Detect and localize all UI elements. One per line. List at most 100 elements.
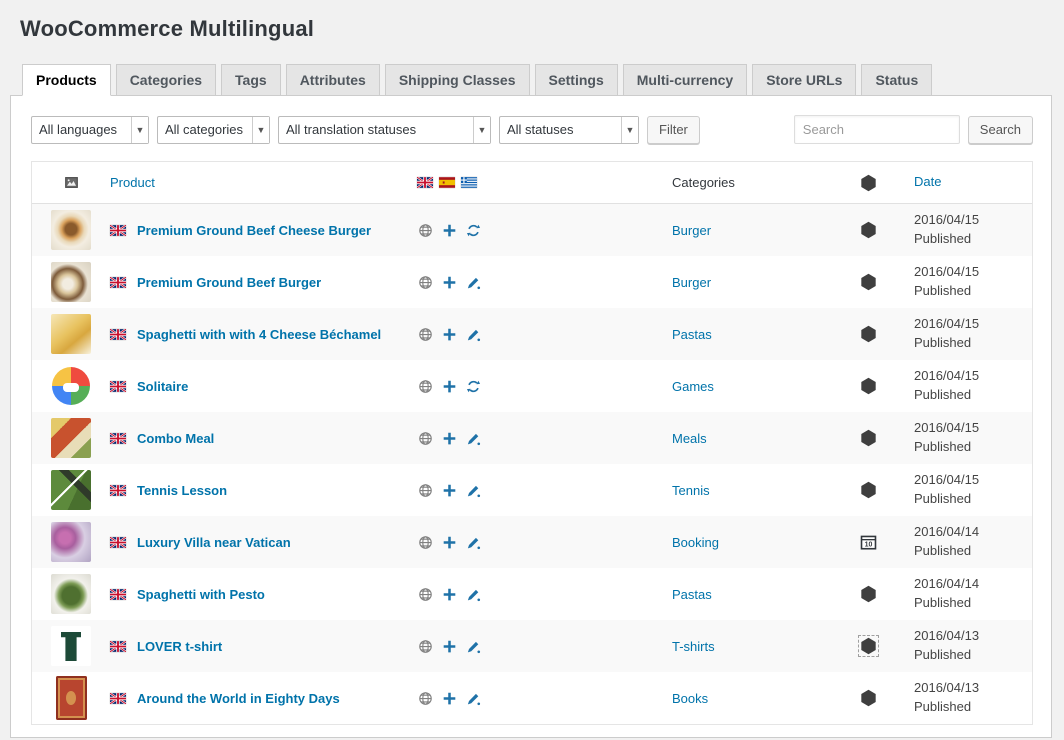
- table-row: SolitaireGames2016/04/15Published: [32, 360, 1032, 412]
- update-translation-icon[interactable]: [465, 378, 481, 394]
- product-thumbnail: [51, 470, 91, 510]
- product-hexagon-icon: [860, 429, 877, 447]
- sort-by-date-header[interactable]: Date: [914, 174, 941, 189]
- category-filter-wrap: All categories ▼: [157, 116, 270, 144]
- row-language-flag-en-icon: [110, 329, 126, 340]
- search-group: Search: [794, 115, 1033, 144]
- product-hexagon-icon: [860, 689, 877, 707]
- update-translation-icon[interactable]: [465, 222, 481, 238]
- edit-translation-icon[interactable]: [465, 534, 481, 550]
- language-filter-wrap: All languages ▼: [31, 116, 149, 144]
- category-link[interactable]: Burger: [672, 223, 711, 238]
- category-link[interactable]: Pastas: [672, 587, 712, 602]
- add-translation-icon[interactable]: [441, 534, 457, 550]
- date-value: 2016/04/15: [914, 263, 1032, 282]
- category-link[interactable]: Games: [672, 379, 714, 394]
- add-translation-icon[interactable]: [441, 638, 457, 654]
- product-thumbnail: [51, 366, 91, 406]
- tab-shipping-classes[interactable]: Shipping Classes: [385, 64, 530, 96]
- category-link[interactable]: Burger: [672, 275, 711, 290]
- category-filter-select[interactable]: All categories: [157, 116, 270, 144]
- category-link[interactable]: Meals: [672, 431, 707, 446]
- product-thumbnail: [51, 418, 91, 458]
- tab-products[interactable]: Products: [22, 64, 111, 96]
- tab-categories[interactable]: Categories: [116, 64, 216, 96]
- product-hexagon-icon: [860, 221, 877, 239]
- categories-header: Categories: [672, 175, 844, 190]
- filter-button[interactable]: Filter: [647, 116, 700, 144]
- tab-attributes[interactable]: Attributes: [286, 64, 380, 96]
- edit-translation-icon[interactable]: [465, 690, 481, 706]
- original-language-globe-icon: [417, 378, 433, 394]
- status-filter-select[interactable]: All statuses: [499, 116, 639, 144]
- tab-multi-currency[interactable]: Multi-currency: [623, 64, 747, 96]
- products-table: Product Categories Date Premium Ground B…: [31, 161, 1033, 725]
- date-value: 2016/04/14: [914, 523, 1032, 542]
- category-link[interactable]: Booking: [672, 535, 719, 550]
- product-name-link[interactable]: Luxury Villa near Vatican: [137, 535, 291, 550]
- search-button[interactable]: Search: [968, 116, 1033, 144]
- add-translation-icon[interactable]: [441, 222, 457, 238]
- category-link[interactable]: Books: [672, 691, 708, 706]
- edit-translation-icon[interactable]: [465, 482, 481, 498]
- publish-status: Published: [914, 282, 1032, 301]
- edit-translation-icon[interactable]: [465, 638, 481, 654]
- date-value: 2016/04/15: [914, 471, 1032, 490]
- tab-status[interactable]: Status: [861, 64, 932, 96]
- category-link[interactable]: Pastas: [672, 327, 712, 342]
- flag-en-icon: [417, 177, 433, 188]
- tab-bar: ProductsCategoriesTagsAttributesShipping…: [10, 64, 1052, 95]
- product-name-link[interactable]: Solitaire: [137, 379, 188, 394]
- flag-el-icon: [461, 177, 477, 188]
- row-language-flag-en-icon: [110, 381, 126, 392]
- add-translation-icon[interactable]: [441, 482, 457, 498]
- row-language-flag-en-icon: [110, 537, 126, 548]
- tab-store-urls[interactable]: Store URLs: [752, 64, 856, 96]
- product-name-link[interactable]: Spaghetti with with 4 Cheese Béchamel: [137, 327, 381, 342]
- table-row: LOVER t-shirtT-shirts2016/04/13Published: [32, 620, 1032, 672]
- product-name-link[interactable]: Combo Meal: [137, 431, 214, 446]
- original-language-globe-icon: [417, 326, 433, 342]
- edit-translation-icon[interactable]: [465, 274, 481, 290]
- edit-translation-icon[interactable]: [465, 326, 481, 342]
- category-link[interactable]: Tennis: [672, 483, 710, 498]
- product-name-link[interactable]: LOVER t-shirt: [137, 639, 222, 654]
- product-name-link[interactable]: Around the World in Eighty Days: [137, 691, 340, 706]
- filter-toolbar: All languages ▼ All categories ▼ All tra…: [11, 96, 1051, 152]
- row-language-flag-en-icon: [110, 485, 126, 496]
- language-filter-select[interactable]: All languages: [31, 116, 149, 144]
- date-value: 2016/04/15: [914, 315, 1032, 334]
- date-value: 2016/04/13: [914, 679, 1032, 698]
- product-name-link[interactable]: Spaghetti with Pesto: [137, 587, 265, 602]
- tab-tags[interactable]: Tags: [221, 64, 281, 96]
- row-language-flag-en-icon: [110, 641, 126, 652]
- table-row: Tennis Lesson Tennis 2016/04/15Published: [32, 464, 1032, 516]
- sort-by-product-header[interactable]: Product: [110, 175, 155, 190]
- product-name-link[interactable]: Premium Ground Beef Burger: [137, 275, 321, 290]
- page-title: WooCommerce Multilingual: [20, 16, 1052, 42]
- add-translation-icon[interactable]: [441, 690, 457, 706]
- product-name-link[interactable]: Tennis Lesson: [137, 483, 227, 498]
- add-translation-icon[interactable]: [441, 326, 457, 342]
- table-row: Spaghetti with with 4 Cheese Béchamel Pas…: [32, 308, 1032, 360]
- original-language-globe-icon: [417, 534, 433, 550]
- publish-status: Published: [914, 490, 1032, 509]
- add-translation-icon[interactable]: [441, 430, 457, 446]
- tab-settings[interactable]: Settings: [535, 64, 618, 96]
- product-name-link[interactable]: Premium Ground Beef Cheese Burger: [137, 223, 371, 238]
- booking-calendar-icon: 10: [860, 534, 877, 551]
- edit-translation-icon[interactable]: [465, 430, 481, 446]
- flag-es-icon: [439, 177, 455, 188]
- date-value: 2016/04/13: [914, 627, 1032, 646]
- row-language-flag-en-icon: [110, 433, 126, 444]
- product-thumbnail: [51, 314, 91, 354]
- add-translation-icon[interactable]: [441, 378, 457, 394]
- add-translation-icon[interactable]: [441, 274, 457, 290]
- edit-translation-icon[interactable]: [465, 586, 481, 602]
- search-input[interactable]: [794, 115, 960, 144]
- table-row: Spaghetti with PestoPastas2016/04/14Publ…: [32, 568, 1032, 620]
- translation-status-filter-select[interactable]: All translation statuses: [278, 116, 491, 144]
- category-link[interactable]: T-shirts: [672, 639, 715, 654]
- original-language-globe-icon: [417, 586, 433, 602]
- add-translation-icon[interactable]: [441, 586, 457, 602]
